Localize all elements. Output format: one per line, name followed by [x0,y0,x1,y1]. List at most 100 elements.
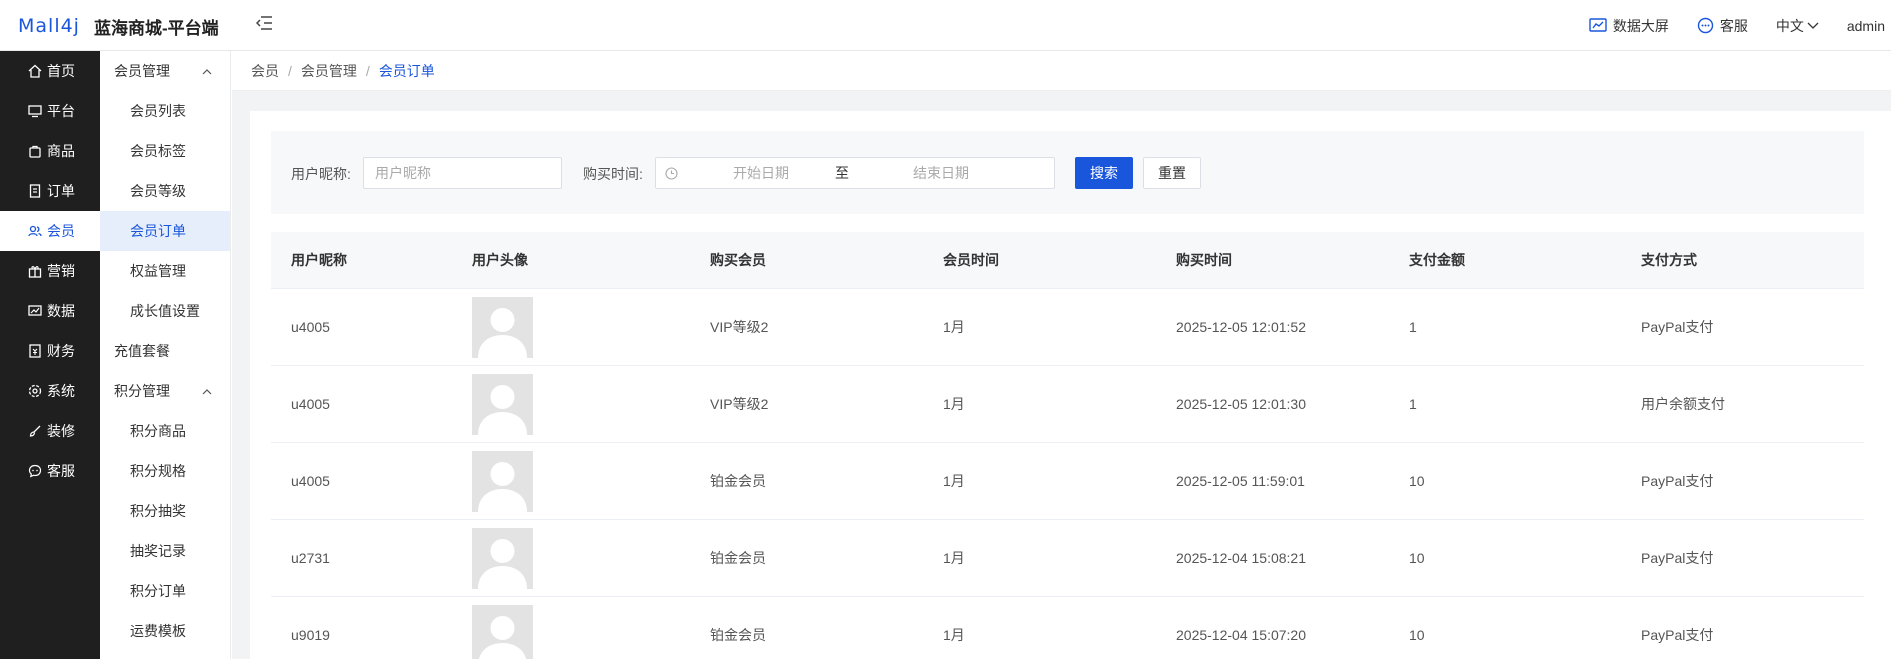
username: admin [1846,17,1885,34]
breadcrumb: 会员 / 会员管理 / 会员订单 [232,51,1891,91]
table-row: u9019 铂金会员 1月 2025-12-04 15:07:20 10 PayPal支付 [271,597,1864,659]
cell-level: 铂金会员 [710,473,766,489]
breadcrumb-item[interactable]: 会员 [251,61,279,81]
cell-avatar [452,527,690,589]
user-placeholder-icon [478,384,527,435]
cell-nickname: u4005 [291,473,330,489]
date-range-picker[interactable]: 开始日期 至 结束日期 [655,157,1055,189]
bag-icon [29,145,41,158]
column-header: 购买会员 [710,252,766,268]
data-screen-link[interactable]: 数据大屏 [1589,16,1669,36]
column-header: 支付金额 [1409,252,1465,268]
language-select[interactable]: 中文 [1776,16,1819,36]
nav-item-members[interactable]: 会员 [0,211,100,251]
main-nav: 首页 平台 商品 订单 会员 营销 数据 财务 系统 装修 客服 [0,51,100,659]
nav-label: 客服 [47,463,75,479]
content-card: 用户昵称: 用户昵称 购买时间: 开始日期 至 结束日期 搜索 重置 用户昵称 … [250,111,1891,659]
chevron-up-icon [202,388,212,394]
chart-screen-icon [1589,17,1607,32]
nickname-label: 用户昵称: [291,166,351,182]
submenu-item-benefits[interactable]: 权益管理 [100,251,230,291]
cell-duration: 1月 [943,396,965,412]
breadcrumb-item[interactable]: 会员管理 [301,61,357,81]
column-header: 购买时间 [1176,252,1232,268]
nav-item-finance[interactable]: 财务 [0,331,100,371]
column-header: 会员时间 [943,252,999,268]
breadcrumb-current: 会员订单 [378,62,435,79]
nav-label: 商品 [47,143,75,159]
headset-icon [1697,17,1714,34]
search-button[interactable]: 搜索 [1075,157,1133,189]
logo[interactable]: Mall4j [18,12,80,39]
nav-item-system[interactable]: 系统 [0,371,100,411]
nav-label: 首页 [47,63,75,79]
submenu-item-shipping-template[interactable]: 运费模板 [100,611,230,651]
nav-item-orders[interactable]: 订单 [0,171,100,211]
cell-avatar [452,373,690,435]
cell-nickname: u2731 [291,550,330,566]
start-date-placeholder[interactable]: 开始日期 [733,163,789,183]
submenu-item-points-goods[interactable]: 积分商品 [100,411,230,451]
submenu-group-points-management[interactable]: 积分管理 [100,371,230,411]
submenu-item-member-orders[interactable]: 会员订单 [100,211,230,251]
cell-method: PayPal支付 [1641,473,1714,489]
cell-amount: 10 [1409,627,1425,643]
menu-collapse-icon[interactable] [255,16,276,34]
gift-icon [28,266,42,278]
table-row: u2731 铂金会员 1月 2025-12-04 15:08:21 10 PayPal支付 [271,520,1864,597]
avatar[interactable] [472,296,533,358]
cell-duration: 1月 [943,627,965,643]
avatar[interactable] [472,604,533,659]
cell-amount: 10 [1409,473,1425,489]
cell-method: PayPal支付 [1641,319,1714,335]
search-panel: 用户昵称: 用户昵称 购买时间: 开始日期 至 结束日期 搜索 重置 [271,131,1864,214]
submenu-item-points-orders[interactable]: 积分订单 [100,571,230,611]
submenu-group-member-management[interactable]: 会员管理 [100,51,230,91]
cell-time: 2025-12-05 11:59:01 [1176,473,1305,489]
nav-item-service[interactable]: 客服 [0,451,100,491]
cell-nickname: u9019 [291,627,330,643]
cell-level: VIP等级2 [710,396,769,412]
nav-item-decoration[interactable]: 装修 [0,411,100,451]
cell-duration: 1月 [943,473,965,489]
nav-item-marketing[interactable]: 营销 [0,251,100,291]
end-date-placeholder[interactable]: 结束日期 [913,163,969,183]
submenu-item-lottery-records[interactable]: 抽奖记录 [100,531,230,571]
submenu-item-member-list[interactable]: 会员列表 [100,91,230,131]
submenu-item-member-levels[interactable]: 会员等级 [100,171,230,211]
nickname-placeholder: 用户昵称 [375,165,431,181]
cell-time: 2025-12-05 12:01:30 [1176,396,1306,412]
nav-label: 营销 [47,263,75,279]
document-icon [29,184,41,198]
avatar[interactable] [472,450,533,512]
breadcrumb-separator: / [365,62,370,79]
cell-amount: 10 [1409,550,1425,566]
cell-duration: 1月 [943,319,965,335]
submenu-label: 充值套餐 [114,343,170,359]
submenu-item-recharge-packages[interactable]: 充值套餐 [100,331,230,371]
nav-label: 系统 [47,383,75,399]
customer-service-link[interactable]: 客服 [1697,16,1748,36]
chart-icon [28,305,42,316]
avatar[interactable] [472,527,533,589]
submenu-item-points-lottery[interactable]: 积分抽奖 [100,491,230,531]
user-menu[interactable]: admin [1847,18,1885,34]
cell-nickname: u4005 [291,319,330,335]
avatar[interactable] [472,373,533,435]
reset-button[interactable]: 重置 [1143,157,1201,189]
date-range-separator: 至 [835,165,849,181]
nav-item-data[interactable]: 数据 [0,291,100,331]
nav-label: 数据 [47,303,75,319]
cell-level: 铂金会员 [710,550,766,566]
nickname-input[interactable]: 用户昵称 [363,157,562,189]
submenu-item-points-specs[interactable]: 积分规格 [100,451,230,491]
submenu-item-member-tags[interactable]: 会员标签 [100,131,230,171]
cell-method: PayPal支付 [1641,627,1714,643]
cell-avatar [452,296,690,358]
nav-label: 会员 [47,223,75,239]
nav-item-home[interactable]: 首页 [0,51,100,91]
nav-item-goods[interactable]: 商品 [0,131,100,171]
nav-label: 财务 [47,343,75,359]
submenu-item-growth-settings[interactable]: 成长值设置 [100,291,230,331]
nav-item-platform[interactable]: 平台 [0,91,100,131]
